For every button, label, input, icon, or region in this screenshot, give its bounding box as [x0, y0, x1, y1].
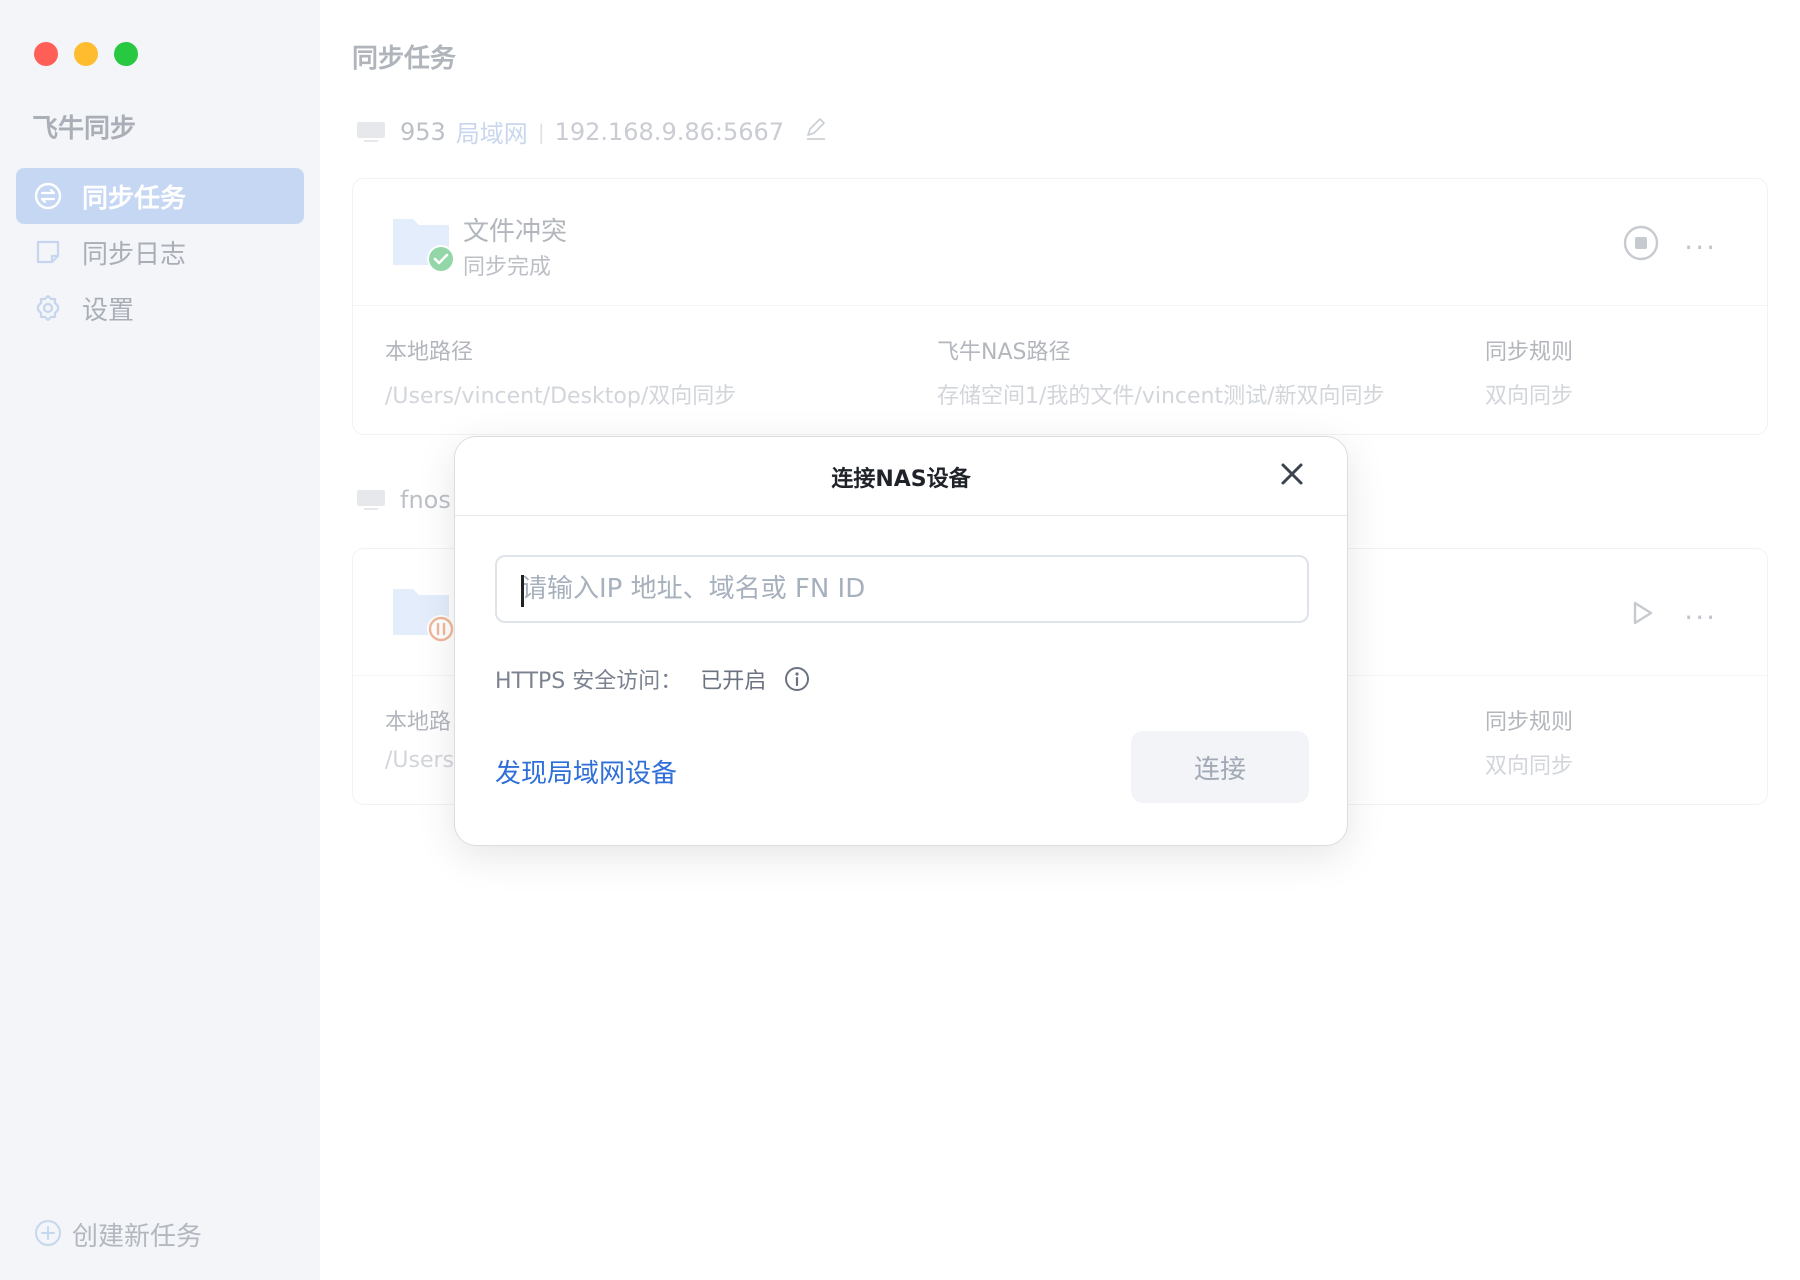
text-caret [521, 575, 524, 607]
info-icon[interactable] [784, 666, 810, 692]
discover-lan-devices-link[interactable]: 发现局域网设备 [495, 753, 677, 790]
connect-nas-dialog: 连接NAS设备 HTTPS 安全访问： 已开启 发现局域网设备 连接 [454, 436, 1348, 846]
connect-button[interactable]: 连接 [1131, 731, 1309, 803]
https-state: 已开启 [700, 669, 767, 694]
modal-overlay: 连接NAS设备 HTTPS 安全访问： 已开启 发现局域网设备 连接 [0, 0, 1800, 1280]
dialog-title: 连接NAS设备 [831, 467, 971, 492]
https-row: HTTPS 安全访问： 已开启 [495, 663, 810, 695]
https-label: HTTPS 安全访问： [495, 669, 683, 694]
app-window: 飞牛同步 同步任务 同步日志 设置 创建新任务 同步任务 953 局域网 | 1… [0, 0, 1800, 1280]
address-input-box[interactable] [495, 555, 1309, 623]
address-input[interactable] [497, 574, 1307, 604]
dialog-header: 连接NAS设备 [455, 437, 1347, 516]
close-icon[interactable] [1277, 459, 1307, 489]
